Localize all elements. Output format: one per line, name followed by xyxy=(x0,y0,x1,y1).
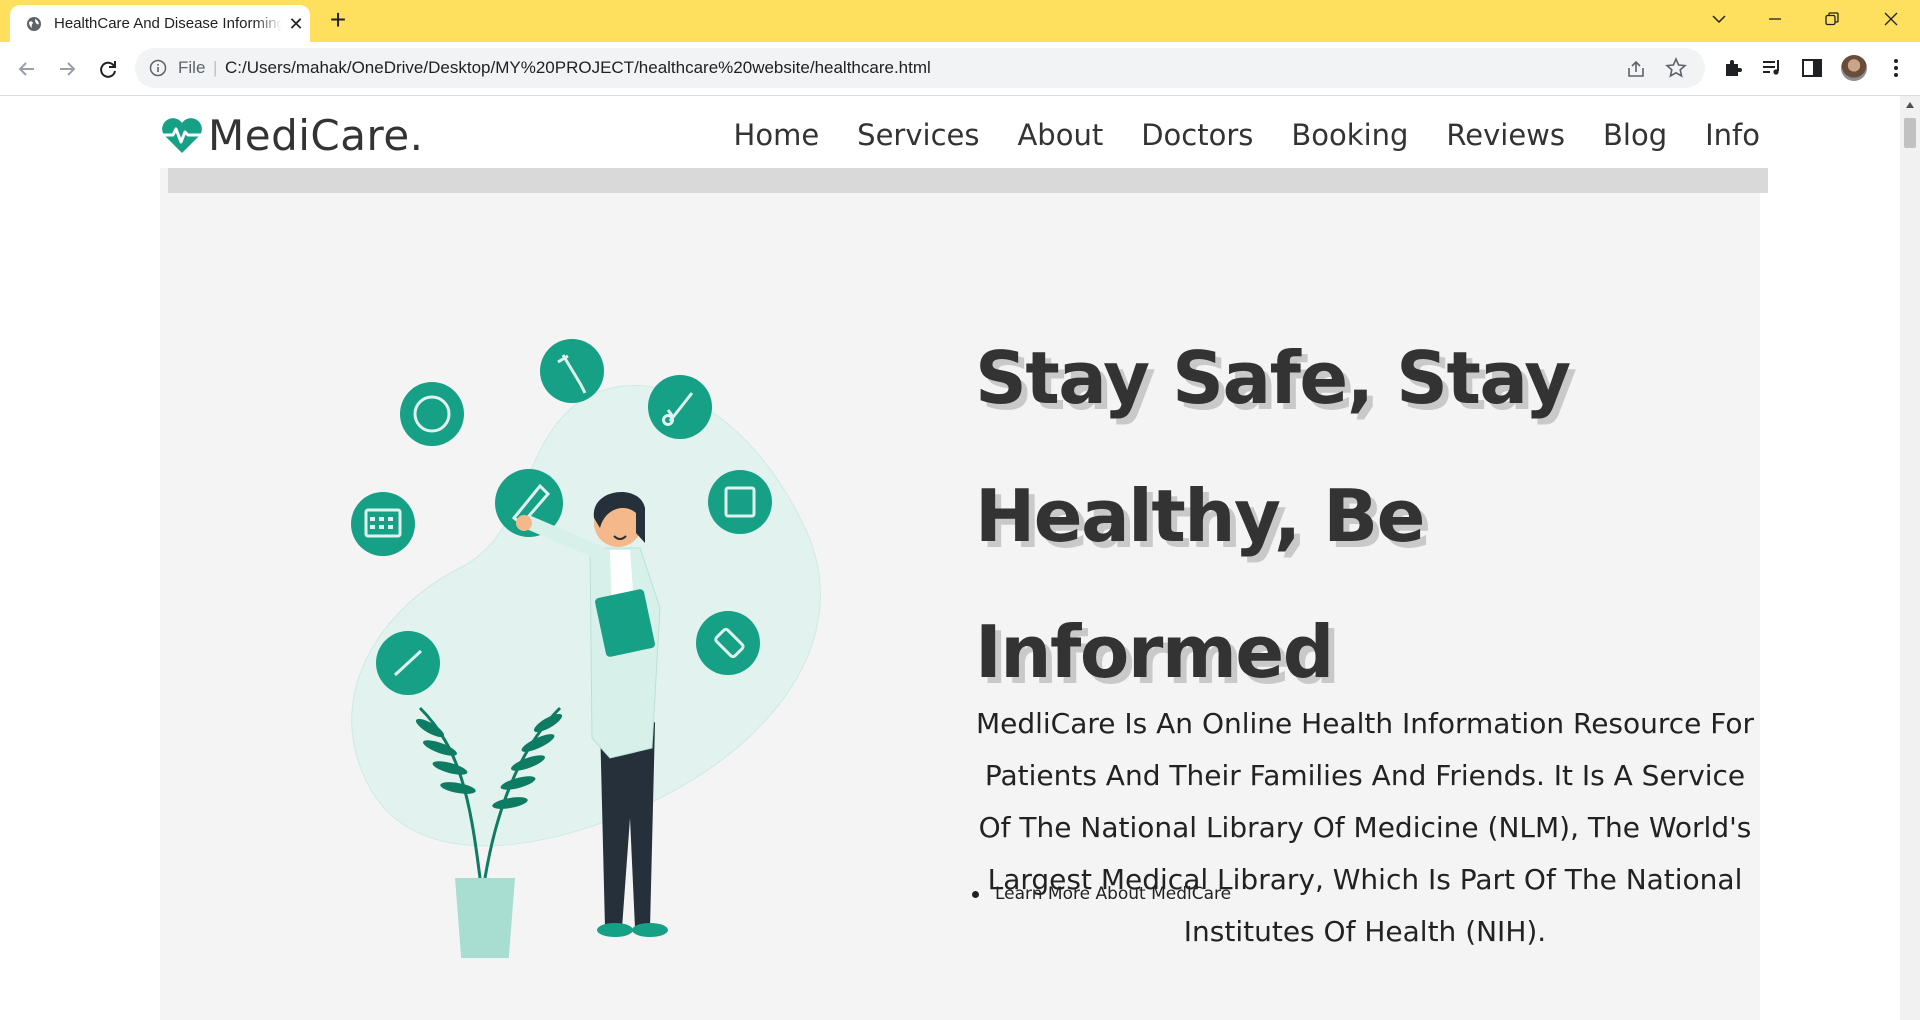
hero-heading-line-1: Stay Safe, Stay xyxy=(975,336,1571,420)
browser-toolbar: File | C:/Users/mahak/OneDrive/Desktop/M… xyxy=(0,42,1920,96)
learn-more-link[interactable]: Learn More About MediCare xyxy=(995,884,1231,904)
url-separator: | xyxy=(213,58,218,77)
learn-more-item[interactable]: Learn More About MediCare xyxy=(972,884,1231,904)
scroll-thumb[interactable] xyxy=(1904,118,1916,148)
scroll-up-arrow-icon[interactable] xyxy=(1906,102,1914,108)
hero-heading-line-3: Informed xyxy=(975,610,1334,694)
heart-pulse-icon xyxy=(162,118,202,153)
site-logo[interactable]: MediCare. xyxy=(160,110,424,160)
avatar[interactable] xyxy=(1841,55,1867,81)
close-window-icon[interactable] xyxy=(1873,4,1909,34)
close-icon[interactable]: ✕ xyxy=(286,14,306,34)
plus-icon[interactable]: + xyxy=(324,6,352,34)
hero-section: Stay Safe, Stay Healthy, Be Informed Med… xyxy=(160,168,1768,1020)
star-icon[interactable] xyxy=(1665,57,1687,79)
nav-booking[interactable]: Booking xyxy=(1291,118,1408,152)
media-icon[interactable] xyxy=(1760,56,1784,80)
address-bar[interactable]: File | C:/Users/mahak/OneDrive/Desktop/M… xyxy=(135,48,1705,88)
page-scrollbar[interactable] xyxy=(1900,96,1920,1020)
nav-doctors[interactable]: Doctors xyxy=(1141,118,1253,152)
hero-heading-line-2: Healthy, Be xyxy=(975,474,1426,558)
bullet-dot xyxy=(972,890,979,898)
doctor-illustration xyxy=(351,339,821,958)
url-text[interactable]: C:/Users/mahak/OneDrive/Desktop/MY%20PRO… xyxy=(225,58,931,78)
header-shadow-band xyxy=(168,168,1768,193)
nav-services[interactable]: Services xyxy=(857,118,979,152)
url-scheme: File xyxy=(178,58,206,77)
minimize-icon[interactable] xyxy=(1757,4,1793,34)
globe-icon xyxy=(27,17,41,31)
browser-tab-strip: HealthCare And Disease Informing Website… xyxy=(0,0,1920,42)
browser-tab[interactable]: HealthCare And Disease Informing Website… xyxy=(10,5,310,42)
side-panel-icon[interactable] xyxy=(1800,56,1824,80)
nav-home[interactable]: Home xyxy=(734,118,820,152)
nav-reviews[interactable]: Reviews xyxy=(1446,118,1565,152)
site-header: MediCare. Home Services About Doctors Bo… xyxy=(160,96,1760,168)
nav-about[interactable]: About xyxy=(1017,118,1103,152)
hero-description: MedliCare Is An Online Health Informatio… xyxy=(975,707,1755,948)
reload-icon[interactable] xyxy=(93,54,123,84)
nav-blog[interactable]: Blog xyxy=(1603,118,1667,152)
forward-icon[interactable] xyxy=(52,54,82,84)
extensions-icon[interactable] xyxy=(1721,56,1745,80)
page-viewport: Stay Safe, Stay Healthy, Be Informed Med… xyxy=(0,96,1900,1020)
share-icon[interactable] xyxy=(1625,58,1647,80)
chevron-down-icon[interactable] xyxy=(1701,4,1737,34)
back-icon[interactable] xyxy=(12,54,42,84)
menu-icon[interactable] xyxy=(1884,56,1908,80)
tab-title: HealthCare And Disease Informing Website xyxy=(54,15,282,32)
nav-info[interactable]: Info xyxy=(1705,118,1760,152)
restore-icon[interactable] xyxy=(1814,4,1850,34)
logo-text: MediCare. xyxy=(208,110,424,160)
info-icon[interactable] xyxy=(149,59,167,77)
main-nav: Home Services About Doctors Booking Revi… xyxy=(696,118,1760,152)
